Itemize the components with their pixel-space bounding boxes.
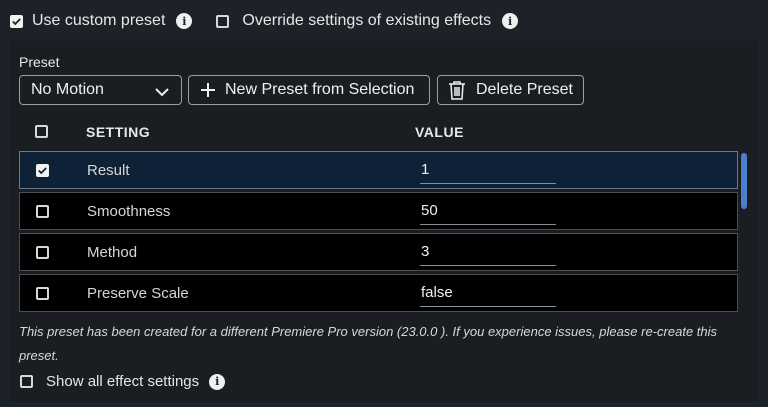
checkmark-icon (12, 17, 21, 25)
plus-icon (201, 83, 215, 97)
delete-preset-label: Delete Preset (476, 81, 573, 98)
select-all-checkbox[interactable] (35, 125, 48, 138)
delete-preset-button[interactable]: Delete Preset (437, 75, 584, 105)
show-all-checkbox[interactable] (20, 375, 33, 388)
setting-name: Result (87, 161, 130, 179)
table-row[interactable]: Smoothness 50 (19, 192, 738, 230)
setting-name: Preserve Scale (87, 284, 189, 302)
version-warning-note: This preset has been created for a diffe… (19, 324, 718, 363)
new-preset-button[interactable]: New Preset from Selection (188, 75, 430, 105)
value-input[interactable]: false (420, 281, 556, 307)
override-settings-checkbox[interactable] (216, 14, 230, 28)
checkmark-icon (38, 166, 47, 174)
preset-label: Preset (19, 54, 60, 70)
settings-table: Result 1 Smoothness 50 Method 3 Preserve… (19, 151, 740, 313)
override-settings-label[interactable]: Override settings of existing effects (242, 12, 491, 30)
top-options: Use custom preset i Override settings of… (10, 12, 519, 30)
table-scrollbar[interactable] (740, 152, 748, 312)
show-all-option[interactable]: Show all effect settings i (20, 373, 226, 390)
scroll-thumb[interactable] (741, 153, 747, 209)
row-checkbox[interactable] (36, 286, 49, 300)
info-icon[interactable]: i (209, 373, 226, 390)
use-custom-preset-checkbox[interactable] (10, 14, 23, 28)
value-input[interactable]: 50 (420, 199, 556, 225)
value-input[interactable]: 1 (420, 158, 556, 184)
row-checkbox[interactable] (36, 245, 49, 259)
use-custom-preset-option[interactable]: Use custom preset i (10, 12, 193, 30)
override-settings-option[interactable]: Override settings of existing effects i (216, 12, 519, 30)
info-icon[interactable]: i (502, 13, 519, 29)
table-row[interactable]: Method 3 (19, 233, 738, 271)
preset-select-value: No Motion (31, 81, 104, 98)
row-checkbox[interactable] (36, 163, 49, 177)
row-checkbox[interactable] (36, 204, 49, 218)
preset-select[interactable]: No Motion (19, 75, 182, 105)
value-column-header: VALUE (415, 124, 464, 140)
setting-column-header: SETTING (86, 124, 151, 140)
setting-name: Method (87, 243, 138, 261)
setting-name: Smoothness (87, 202, 171, 220)
chevron-down-icon (155, 84, 169, 102)
table-row[interactable]: Preserve Scale false (19, 274, 738, 312)
trash-icon (448, 80, 466, 100)
info-icon[interactable]: i (176, 13, 193, 29)
new-preset-label: New Preset from Selection (225, 81, 415, 98)
value-input[interactable]: 3 (420, 240, 556, 266)
use-custom-preset-label[interactable]: Use custom preset (32, 12, 165, 30)
table-row[interactable]: Result 1 (19, 151, 738, 189)
show-all-label[interactable]: Show all effect settings (46, 373, 199, 390)
